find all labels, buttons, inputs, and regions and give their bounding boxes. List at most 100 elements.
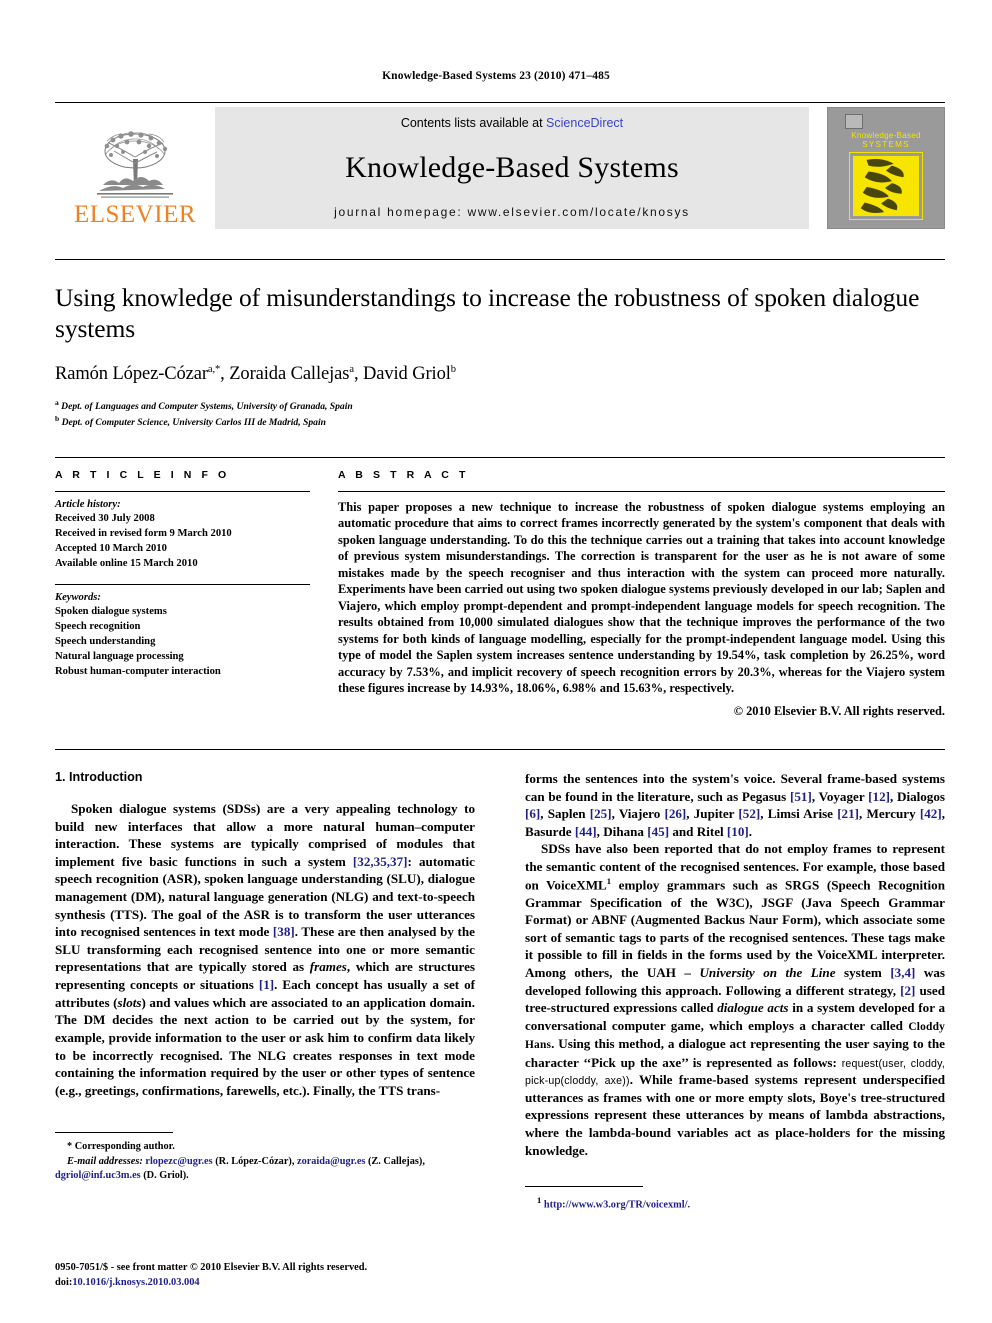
citation-ref[interactable]: [51] <box>790 789 812 804</box>
article-info-heading: A R T I C L E I N F O <box>55 468 230 481</box>
voicexml-url-link[interactable]: http://www.w3.org/TR/voicexml/. <box>544 1200 690 1211</box>
footnote-voicexml-url: 1 http://www.w3.org/TR/voicexml/. <box>525 1194 945 1213</box>
running-head: Knowledge-Based Systems 23 (2010) 471–48… <box>382 70 610 82</box>
doi-link[interactable]: 10.1016/j.knosys.2010.03.004 <box>72 1277 199 1288</box>
abstract-heading: A B S T R A C T <box>338 468 469 481</box>
text-run: , Dialogos <box>889 788 945 804</box>
cover-title-line1: Knowledge-Based <box>851 131 921 140</box>
keywords-rule <box>55 584 310 586</box>
section-heading-introduction: 1. Introduction <box>55 769 143 784</box>
author-marks-3: b <box>450 364 456 376</box>
cover-art-frame <box>849 151 923 220</box>
author-name-2[interactable]: Zoraida Callejas <box>229 364 349 384</box>
cover-title: Knowledge-Based SYSTEMS <box>843 131 929 150</box>
article-page: Knowledge-Based Systems 23 (2010) 471–48… <box>0 0 992 1323</box>
citation-ref[interactable]: [3,4] <box>890 965 915 980</box>
paragraph-right-2: SDSs have also been reported that do not… <box>525 840 945 1159</box>
email-link-1[interactable]: rlopezc@ugr.es <box>145 1156 212 1167</box>
citation-ref[interactable]: [42] <box>920 806 942 821</box>
article-info-column: A R T I C L E I N F O Article history: R… <box>55 469 310 719</box>
text-run: . <box>748 823 753 839</box>
author-marks-2: a <box>349 364 354 376</box>
citation-ref[interactable]: [21] <box>837 806 859 821</box>
article-title: Using knowledge of misunderstandings to … <box>55 283 920 344</box>
author-list: Ramón López-Cózara,*, Zoraida Callejasa,… <box>55 364 456 385</box>
footnote-rule <box>55 1132 173 1134</box>
cover-helix-icon <box>860 158 904 213</box>
keyword-item: Robust human-computer interaction <box>55 666 221 678</box>
citation-ref[interactable]: [2] <box>900 983 915 998</box>
elsevier-logo: ELSEVIER <box>55 107 215 229</box>
citation-ref[interactable]: [1] <box>259 977 274 992</box>
journal-cover-thumbnail[interactable]: Knowledge-Based SYSTEMS <box>827 107 945 229</box>
keyword-item: Natural language processing <box>55 651 184 663</box>
cover-art <box>853 155 919 216</box>
contents-prefix: Contents lists available at <box>400 116 547 130</box>
contents-available-line: Contents lists available at ScienceDirec… <box>401 116 623 130</box>
email-label: E-mail addresses: <box>67 1155 143 1167</box>
text-run: and Ritel <box>669 823 727 839</box>
body-columns: 1. Introduction Spoken dialogue systems … <box>55 748 945 1213</box>
emphasis-dialogue-acts: dialogue acts <box>717 1000 789 1016</box>
footnote-block-left: * Corresponding author. E-mail addresses… <box>55 1125 475 1183</box>
citation-ref[interactable]: [44] <box>575 824 597 839</box>
citation-ref[interactable]: [32,35,37] <box>353 854 408 869</box>
text-run: ) and values which are associated to an … <box>55 994 475 1098</box>
email-owner-1: (R. López-Cózar) <box>215 1155 292 1167</box>
sciencedirect-link[interactable]: ScienceDirect <box>546 116 623 130</box>
paragraph-left-1: Spoken dialogue systems (SDSs) are a ver… <box>55 800 475 1099</box>
email-link-2[interactable]: zoraida@ugr.es <box>297 1156 365 1167</box>
citation-ref[interactable]: [6] <box>525 806 540 821</box>
journal-homepage-link[interactable]: journal homepage: www.elsevier.com/locat… <box>334 205 690 219</box>
author-marks-1: a,* <box>207 364 221 376</box>
cover-title-line2: SYSTEMS <box>862 140 910 150</box>
corresponding-marker: * <box>67 1141 73 1153</box>
citation-ref[interactable]: [26] <box>664 806 686 821</box>
citation-ref[interactable]: [38] <box>273 924 295 939</box>
abstract-rule <box>338 490 945 492</box>
keyword-item: Speech recognition <box>55 621 141 633</box>
email-owner-3: (D. Griol) <box>143 1170 187 1182</box>
paragraph-right-1: forms the sentences into the system's vo… <box>525 770 945 840</box>
masthead-center: Contents lists available at ScienceDirec… <box>215 107 809 229</box>
title-block: Using knowledge of misunderstandings to … <box>55 259 945 430</box>
keyword-item: Speech understanding <box>55 636 156 648</box>
citation-ref[interactable]: [25] <box>590 806 612 821</box>
corresponding-text: Corresponding author. <box>74 1141 175 1153</box>
email-link-3[interactable]: dgriol@inf.uc3m.es <box>55 1170 141 1181</box>
citation-ref[interactable]: [10] <box>727 824 749 839</box>
article-history-item: Accepted 10 March 2010 <box>55 543 167 555</box>
citation-ref[interactable]: [45] <box>647 824 669 839</box>
text-run: , Voyager <box>811 788 869 804</box>
emphasis-uah-title: University on the Line <box>699 965 836 981</box>
elsevier-wordmark: ELSEVIER <box>73 201 197 228</box>
info-abstract-row: A R T I C L E I N F O Article history: R… <box>55 456 945 719</box>
author-name-3[interactable]: David Griol <box>363 364 451 384</box>
journal-masthead: ELSEVIER Contents lists available at Sci… <box>55 102 945 229</box>
article-history-item: Received in revised form 9 March 2010 <box>55 528 232 539</box>
keyword-item: Spoken dialogue systems <box>55 606 167 618</box>
affiliation-mark-b: b <box>55 414 60 424</box>
footnote-rule <box>525 1186 643 1188</box>
email-addresses-note: E-mail addresses: rlopezc@ugr.es (R. Lóp… <box>55 1155 425 1182</box>
footnote-number: 1 <box>537 1195 542 1206</box>
citation-ref[interactable]: [12] <box>868 789 890 804</box>
article-history-item: Available online 15 March 2010 <box>55 558 198 570</box>
author-name-1[interactable]: Ramón López-Cózar <box>55 364 208 384</box>
email-owner-2: (Z. Callejas) <box>367 1155 423 1167</box>
issn-copyright-line: 0950-7051/$ - see front matter © 2010 El… <box>55 1261 368 1273</box>
page-footer: 0950-7051/$ - see front matter © 2010 El… <box>55 1260 367 1290</box>
citation-ref[interactable]: [52] <box>738 806 760 821</box>
abstract-text: This paper proposes a new technique to i… <box>338 499 945 696</box>
affiliation-b: b Dept. of Computer Science, University … <box>55 414 945 430</box>
journal-title: Knowledge-Based Systems <box>345 150 679 184</box>
text-run: , Saplen <box>540 806 590 822</box>
text-run: system <box>835 965 891 981</box>
article-history-item: Received 30 July 2008 <box>55 512 155 524</box>
keywords-label: Keywords: <box>55 592 101 604</box>
body-column-right: forms the sentences into the system's vo… <box>525 770 945 1213</box>
emphasis-frames: frames <box>309 959 347 975</box>
text-run: , Mercury <box>859 806 920 822</box>
article-info-rule <box>55 490 310 492</box>
text-run: , Dihana <box>596 823 648 839</box>
